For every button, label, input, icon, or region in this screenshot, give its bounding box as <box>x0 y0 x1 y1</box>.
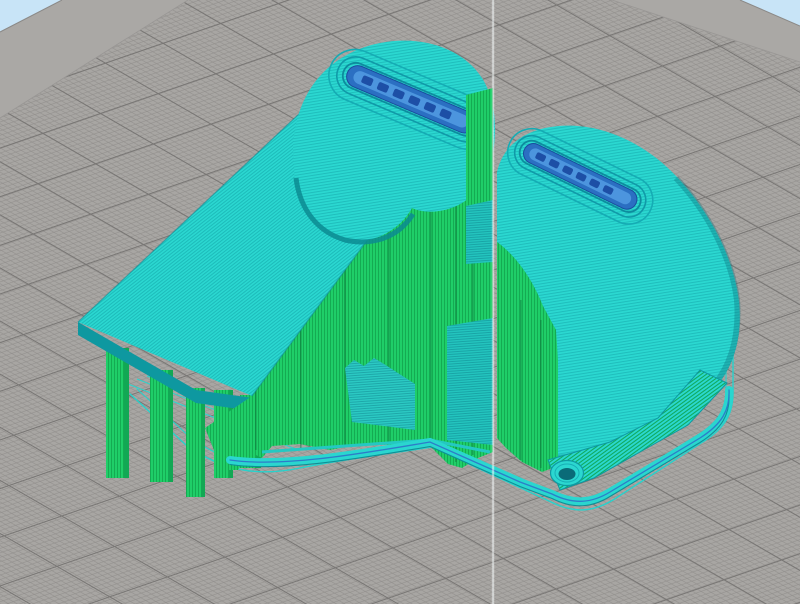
support-seam <box>540 320 542 468</box>
layer-striations <box>466 88 493 206</box>
support-seam <box>520 300 522 460</box>
screw-hole <box>551 461 584 486</box>
dense-support-pocket <box>447 318 493 445</box>
support-tower-rear[interactable] <box>466 88 493 264</box>
slicer-3d-viewport[interactable] <box>0 0 800 604</box>
support-pillar-1[interactable] <box>106 348 129 478</box>
pillar-shade <box>201 388 205 497</box>
seam-line <box>491 0 494 604</box>
support-pillar-3[interactable] <box>186 388 205 497</box>
layer-striations <box>466 200 493 264</box>
pillar-shade <box>124 348 129 478</box>
screw-hole-bore <box>559 468 576 480</box>
